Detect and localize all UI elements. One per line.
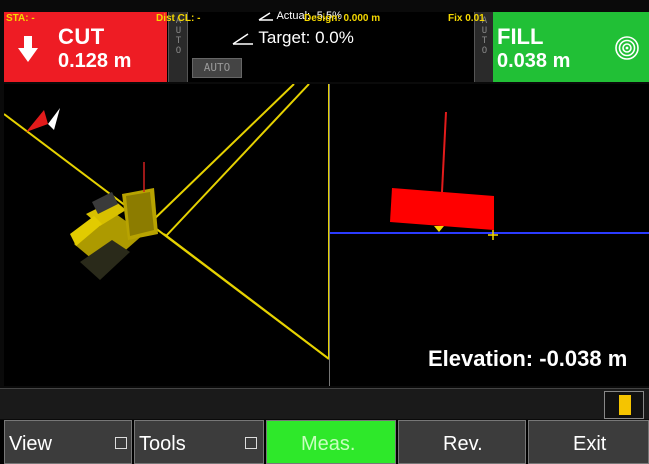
info-bar xyxy=(0,388,649,419)
meas-button[interactable]: Meas. xyxy=(266,420,396,464)
down-arrow-icon xyxy=(18,36,38,62)
view-button[interactable]: View xyxy=(4,420,132,464)
fill-value: 0.038 m xyxy=(497,50,571,72)
fill-label: FILL xyxy=(497,24,544,49)
panel-toggle[interactable] xyxy=(604,391,644,419)
target-slope-text: Target: 0.0% xyxy=(258,28,354,47)
tools-button[interactable]: Tools xyxy=(134,420,264,464)
cut-label: CUT xyxy=(58,24,105,49)
submenu-icon xyxy=(245,437,257,449)
fill-indicator: FILL 0.038 m xyxy=(493,12,649,82)
elevation-readout: Elevation: -0.038 m xyxy=(428,346,628,371)
rev-button[interactable]: Rev. xyxy=(398,420,526,464)
fix-readout: Fix 0.01 xyxy=(448,13,485,24)
tools-button-label: Tools xyxy=(139,433,186,455)
view-button-label: View xyxy=(9,433,52,455)
slope-icon xyxy=(232,32,253,45)
exit-button[interactable]: Exit xyxy=(528,420,649,464)
slope-icon xyxy=(258,12,273,21)
blade-profile-view[interactable] xyxy=(330,84,649,386)
auto-button[interactable]: AUTO xyxy=(192,58,242,78)
rev-button-label: Rev. xyxy=(443,433,483,455)
cut-value: 0.128 m xyxy=(58,50,132,72)
submenu-icon xyxy=(115,437,127,449)
distance-centerline-readout: Dist CL: - xyxy=(156,13,201,24)
meas-button-label: Meas. xyxy=(301,433,356,455)
machine-3d-view[interactable] xyxy=(4,84,329,386)
toggle-indicator xyxy=(619,395,631,415)
exit-button-label: Exit xyxy=(573,433,607,455)
gps-signal-icon xyxy=(615,36,639,60)
station-readout: STA: - xyxy=(6,13,35,24)
design-offset-readout: Design: 0.000 m xyxy=(304,13,381,24)
target-slope: Target: 0.0% xyxy=(232,28,354,48)
